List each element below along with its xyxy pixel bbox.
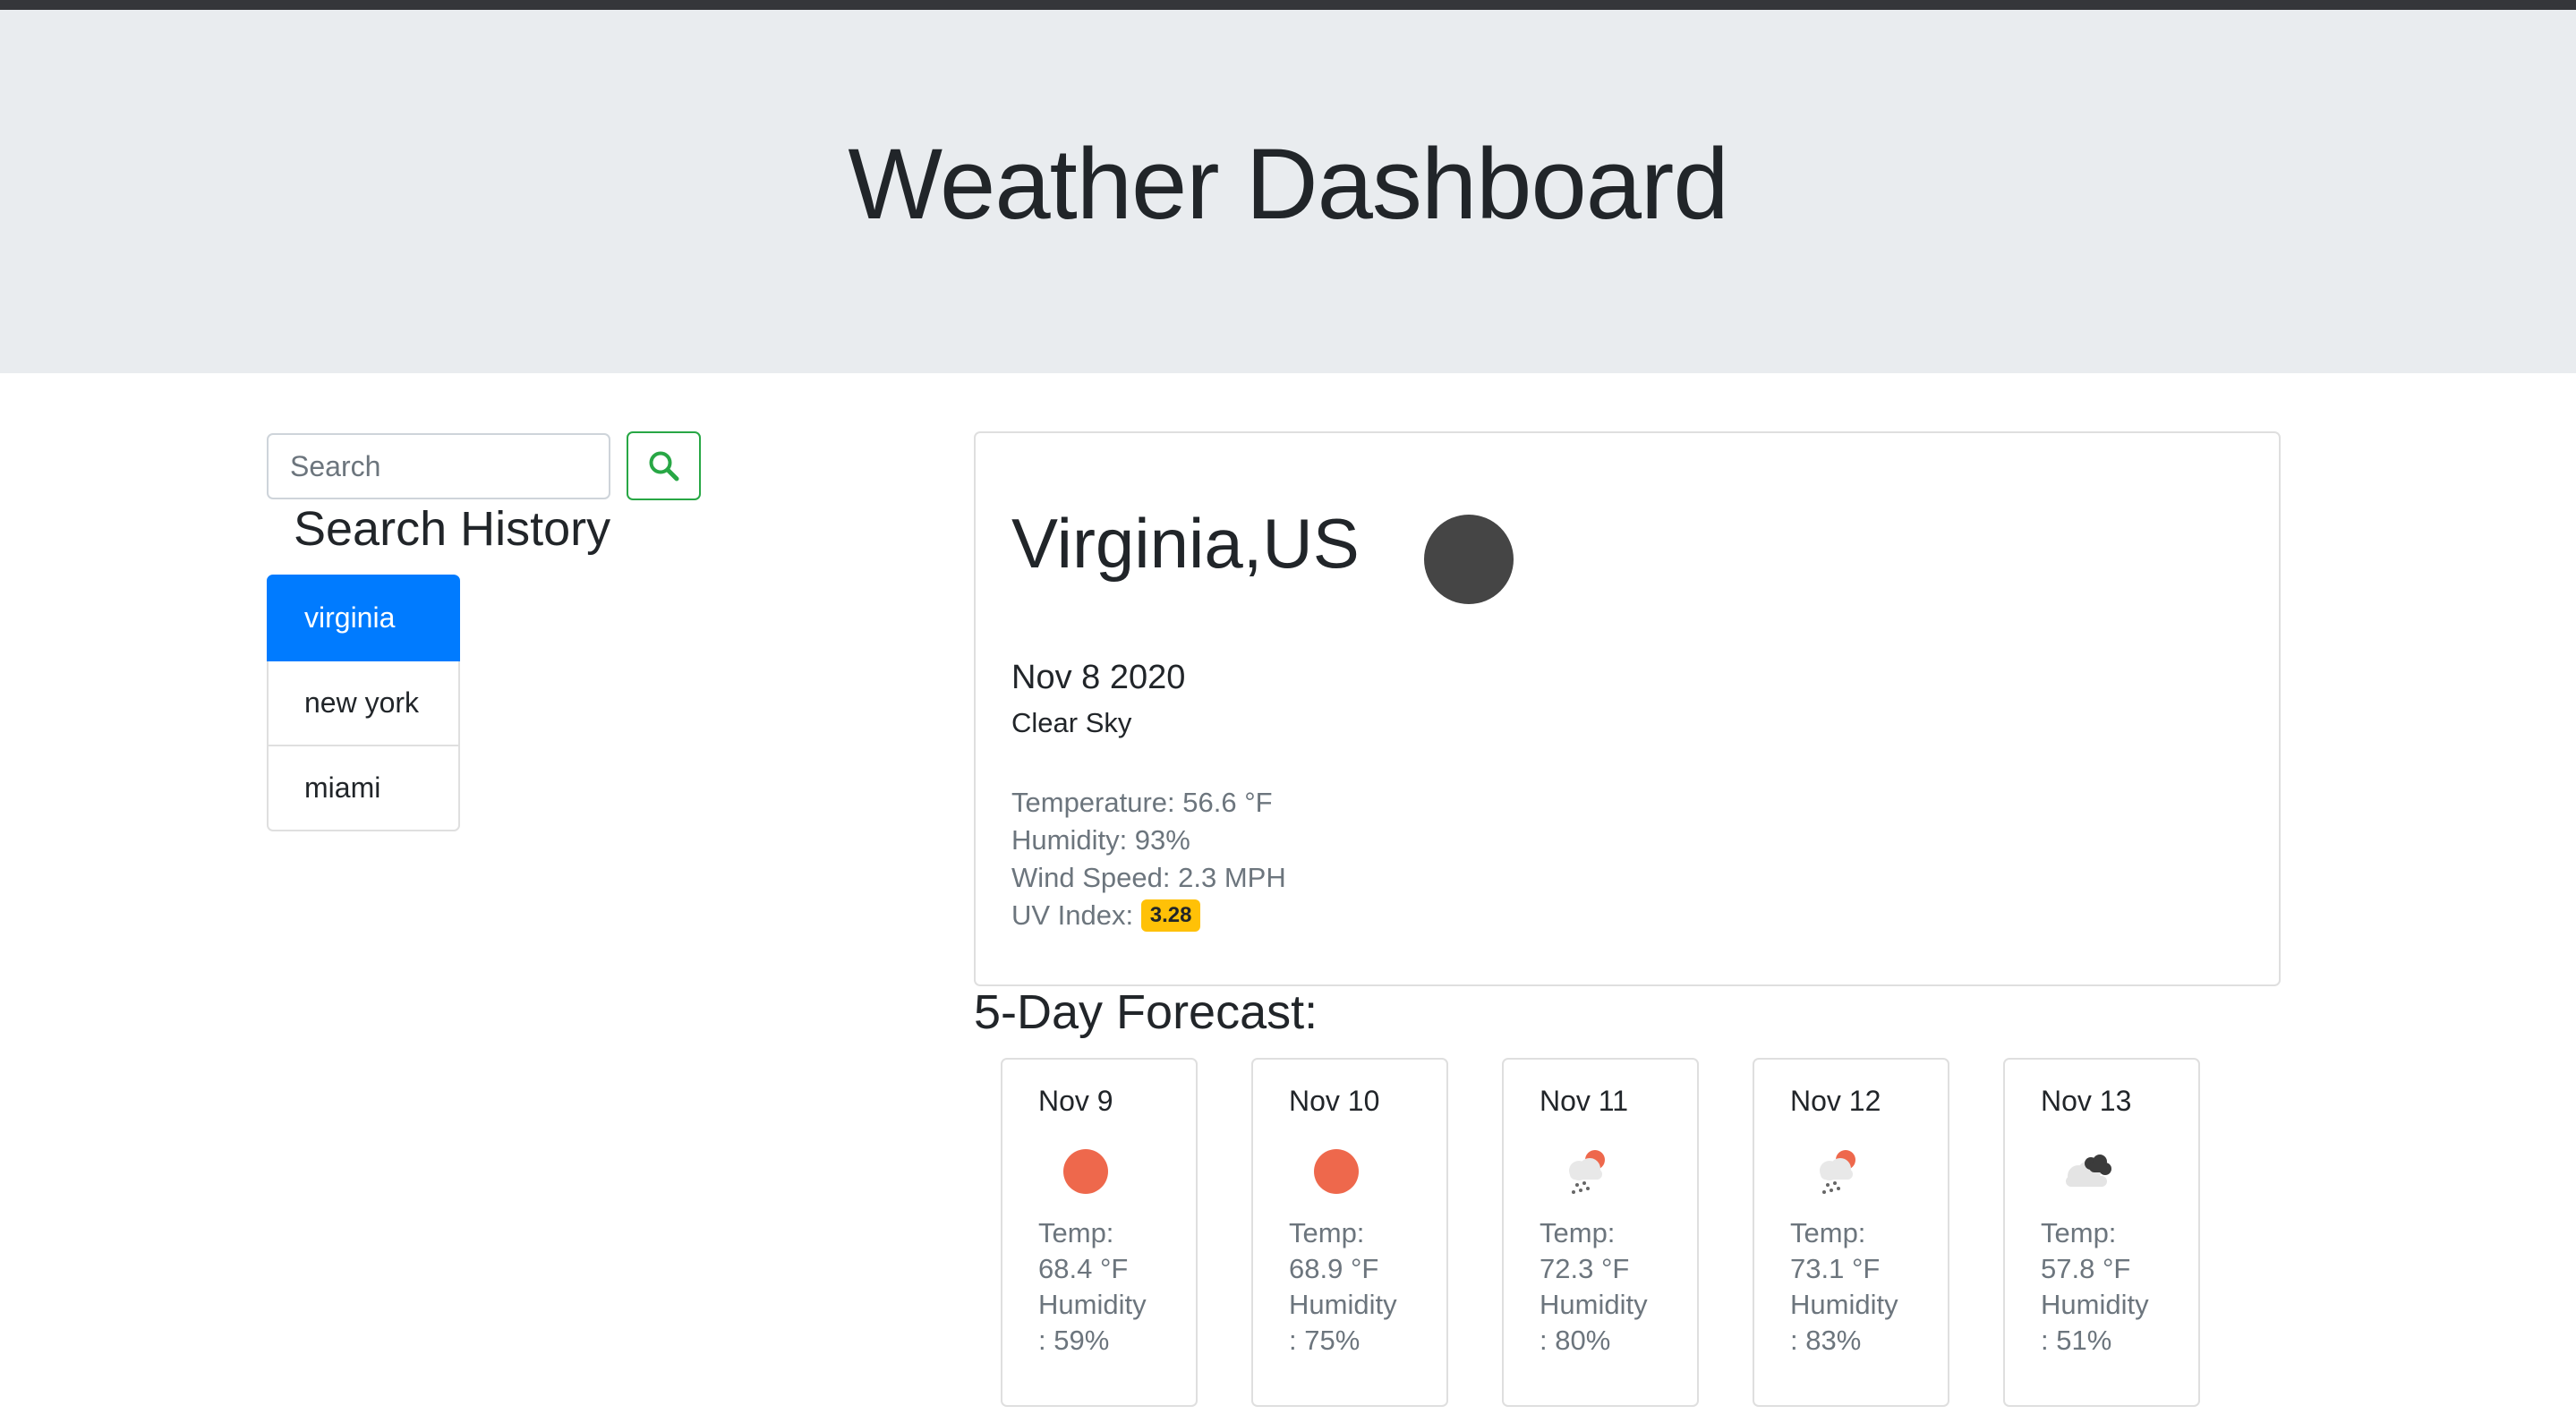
forecast-humidity-label: Humidity <box>1289 1289 1397 1320</box>
forecast-humidity-label: Humidity <box>1790 1289 1898 1320</box>
forecast-temp: 68.4 °F <box>1038 1253 1129 1284</box>
humidity-text: Humidity: 93% <box>1011 824 1190 856</box>
uv-index-label: UV Index: <box>1011 899 1134 931</box>
forecast-temp-label: Temp: <box>1540 1217 1616 1248</box>
history-item-new-york[interactable]: new york <box>267 660 460 746</box>
forecast-humidity: : 51% <box>2041 1325 2112 1356</box>
forecast-stats: Temp: 68.9 °F Humidity : 75% <box>1289 1215 1397 1359</box>
search-icon <box>649 451 678 481</box>
forecast-card: Nov 11 Temp: 72.3 °F Humidity : 80% <box>1502 1058 1699 1407</box>
forecast-humidity-label: Humidity <box>1540 1289 1648 1320</box>
weather-description: Clear Sky <box>1011 707 1132 738</box>
forecast-humidity: : 80% <box>1540 1325 1611 1356</box>
search-history-list: virginia new york miami <box>267 575 460 831</box>
forecast-card: Nov 10 Temp: 68.9 °F Humidity : 75% <box>1251 1058 1448 1407</box>
browser-top-bar <box>0 0 2576 10</box>
forecast-temp: 73.1 °F <box>1790 1253 1881 1284</box>
uv-index-row: UV Index: 3.28 <box>1011 897 1286 934</box>
forecast-title: 5-Day Forecast: <box>974 985 1318 1039</box>
forecast-date: Nov 13 <box>2041 1085 2132 1117</box>
rain-sun-icon <box>1569 1150 1605 1194</box>
forecast-stats: Temp: 57.8 °F Humidity : 51% <box>2041 1215 2149 1359</box>
sun-icon <box>1314 1149 1359 1194</box>
current-weather-card: Virginia,US Nov 8 2020 Clear Sky Tempera… <box>974 431 2281 986</box>
forecast-temp-label: Temp: <box>1038 1217 1114 1248</box>
forecast-humidity: : 83% <box>1790 1325 1862 1356</box>
forecast-temp-label: Temp: <box>2041 1217 2117 1248</box>
forecast-stats: Temp: 72.3 °F Humidity : 80% <box>1540 1215 1648 1359</box>
city-name: Virginia,US <box>1011 504 1360 583</box>
forecast-row: Nov 9 Temp: 68.4 °F Humidity : 59% Nov 1… <box>1001 1058 2200 1407</box>
sun-icon <box>1063 1149 1108 1194</box>
forecast-humidity-label: Humidity <box>2041 1289 2149 1320</box>
cloudy-icon <box>2066 1155 2111 1187</box>
forecast-date: Nov 10 <box>1289 1085 1380 1117</box>
forecast-date: Nov 11 <box>1540 1085 1629 1117</box>
current-stats: Temperature: 56.6 °F Humidity: 93% Wind … <box>1011 784 1286 934</box>
forecast-card: Nov 13 Temp: 57.8 °F Humidity : 51% <box>2003 1058 2200 1407</box>
wind-speed-text: Wind Speed: 2.3 MPH <box>1011 862 1286 893</box>
forecast-humidity: : 59% <box>1038 1325 1110 1356</box>
forecast-temp: 68.9 °F <box>1289 1253 1379 1284</box>
search-input[interactable] <box>267 433 610 499</box>
forecast-card: Nov 9 Temp: 68.4 °F Humidity : 59% <box>1001 1058 1198 1407</box>
uv-index-badge: 3.28 <box>1140 899 1201 932</box>
page-title: Weather Dashboard <box>848 127 1728 240</box>
forecast-stats: Temp: 73.1 °F Humidity : 83% <box>1790 1215 1898 1359</box>
forecast-date: Nov 9 <box>1038 1085 1113 1117</box>
header-banner: Weather Dashboard <box>0 10 2576 373</box>
forecast-humidity: : 75% <box>1289 1325 1361 1356</box>
forecast-temp-label: Temp: <box>1289 1217 1365 1248</box>
forecast-stats: Temp: 68.4 °F Humidity : 59% <box>1038 1215 1147 1359</box>
forecast-humidity-label: Humidity <box>1038 1289 1147 1320</box>
forecast-temp-label: Temp: <box>1790 1217 1866 1248</box>
clear-sky-icon <box>1424 515 1514 604</box>
temperature-text: Temperature: 56.6 °F <box>1011 787 1273 818</box>
search-history-title: Search History <box>294 502 611 556</box>
current-date: Nov 8 2020 <box>1011 659 1186 696</box>
rain-sun-icon <box>1820 1150 1855 1194</box>
forecast-date: Nov 12 <box>1790 1085 1881 1117</box>
forecast-card: Nov 12 Temp: 73.1 °F Humidity : 83% <box>1753 1058 1949 1407</box>
forecast-temp: 72.3 °F <box>1540 1253 1630 1284</box>
history-item-miami[interactable]: miami <box>267 745 460 831</box>
forecast-temp: 57.8 °F <box>2041 1253 2131 1284</box>
history-item-virginia[interactable]: virginia <box>267 575 460 661</box>
search-button[interactable] <box>627 431 701 500</box>
